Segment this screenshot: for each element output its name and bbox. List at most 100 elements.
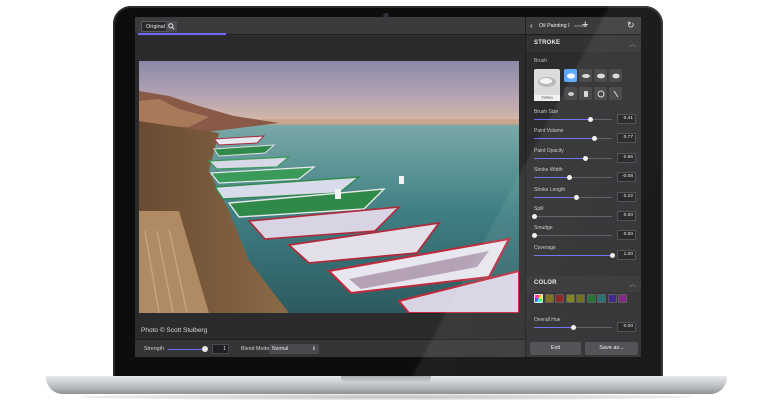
blend-mode-select[interactable]: Normal ⇕ <box>269 344 319 354</box>
param-label: Stroke Width <box>534 167 563 174</box>
preset-name[interactable]: Oil Painting I <box>539 23 570 29</box>
zoom-button[interactable] <box>166 21 177 32</box>
swatch-3[interactable] <box>565 294 575 303</box>
stroke-length-slider[interactable] <box>534 194 612 200</box>
slider-fill <box>534 327 573 328</box>
param-brush-size: Brush Size 0.41 <box>526 109 641 128</box>
brush-tile-5[interactable] <box>564 87 577 100</box>
slider-knob[interactable] <box>531 233 537 239</box>
blend-mode-value: Normal <box>272 346 289 352</box>
swatch-5[interactable] <box>586 294 596 303</box>
slider-knob[interactable] <box>531 214 537 219</box>
brush-blob-icon <box>566 72 575 79</box>
brush-tile-1[interactable] <box>564 69 577 82</box>
chevron-up-icon[interactable]: ︿ <box>629 279 636 289</box>
spill-slider[interactable] <box>531 214 612 219</box>
brush-ring-icon <box>597 90 604 97</box>
swatch-6[interactable] <box>597 294 606 303</box>
exit-button[interactable]: Exit <box>530 342 581 355</box>
blend-mode-label: Blend Mode <box>241 346 270 352</box>
oil-painting-photo[interactable] <box>139 61 519 313</box>
param-stroke-width: Stroke Width -0.08 <box>526 167 641 186</box>
swatch-4[interactable] <box>576 294 585 303</box>
param-label: Stroke Length <box>534 186 566 193</box>
param-label: Paint Opacity <box>534 147 564 154</box>
brush-tile-4[interactable] <box>609 69 622 82</box>
swatch-7[interactable] <box>607 294 617 303</box>
param-value-field[interactable]: 0.22 <box>617 191 636 202</box>
slider-knob[interactable] <box>582 155 588 161</box>
slider-fill <box>534 254 612 256</box>
brush-tile-8[interactable] <box>609 87 622 100</box>
param-value-field[interactable]: 0.41 <box>617 114 636 124</box>
strength-slider-knob[interactable] <box>202 346 208 352</box>
slider-knob[interactable] <box>570 325 576 330</box>
param-value-field[interactable]: 0.66 <box>617 152 636 163</box>
chevron-up-icon[interactable]: ︿ <box>629 39 636 49</box>
brush-tile-6[interactable] <box>579 87 592 100</box>
brush-size-slider[interactable] <box>534 117 612 122</box>
laptop-notch <box>341 376 431 383</box>
preset-header: ‹ Oil Painting I modified + ↻ <box>526 17 641 35</box>
brush-label: Brush <box>534 58 548 64</box>
laptop-shadow <box>80 394 693 400</box>
param-value-field[interactable]: 1.00 <box>617 249 636 260</box>
brush-blob-icon <box>596 73 605 78</box>
swatch-color-picker[interactable] <box>534 294 543 303</box>
slider-knob[interactable] <box>567 175 573 181</box>
smudge-slider[interactable] <box>531 233 612 239</box>
strength-slider[interactable] <box>168 348 205 350</box>
reset-icon[interactable]: ↻ <box>627 20 635 31</box>
param-value-field[interactable]: 0.00 <box>617 230 636 241</box>
canvas-area: Photo © Scott Stulberg <box>135 36 525 339</box>
save-as-button[interactable]: Save as... <box>585 342 638 355</box>
app-window: Original Photo © Scott Stulberg Strength… <box>135 17 641 357</box>
param-value-field[interactable]: 0.00 <box>617 322 636 332</box>
photo-credit: Photo © Scott Stulberg <box>141 327 208 334</box>
param-spill: Spill 0.00 <box>526 206 641 225</box>
brush-tile-7[interactable] <box>594 87 607 100</box>
dropdown-arrows-icon: ⇕ <box>311 346 316 352</box>
param-value-field[interactable]: -0.08 <box>617 172 636 183</box>
chevron-left-icon[interactable]: ‹ <box>530 21 533 31</box>
param-label: Overall Hue <box>534 317 561 323</box>
strength-label: Strength <box>144 346 165 352</box>
settings-panel: ‹ Oil Painting I modified + ↻ STROKE ︿ B… <box>525 17 641 357</box>
brush-preview[interactable]: TYPE01 <box>534 69 560 101</box>
coverage-slider[interactable] <box>534 252 615 258</box>
swatch-1[interactable] <box>544 294 554 303</box>
brush-blob-icon <box>611 73 620 78</box>
stroke-section-header[interactable]: STROKE ︿ <box>526 36 641 52</box>
param-paint-volume: Paint Volume 0.77 <box>526 128 641 147</box>
slider-knob[interactable] <box>609 252 615 258</box>
param-label: Brush Size <box>534 109 559 115</box>
slider-knob[interactable] <box>587 117 593 122</box>
param-coverage: Coverage 1.00 <box>526 245 641 264</box>
param-value-field[interactable]: 0.77 <box>617 133 636 144</box>
param-stroke-length: Stroke Length 0.22 <box>526 187 641 206</box>
bottom-toolbar: Strength 1 Blend Mode Normal ⇕ <box>135 339 525 357</box>
overall-hue-slider[interactable] <box>534 325 612 330</box>
param-value-field[interactable]: 0.00 <box>617 211 636 221</box>
param-overall-hue: Overall Hue 0.00 <box>526 317 641 336</box>
strength-value-field[interactable]: 1 <box>212 344 229 354</box>
brush-type-label: TYPE01 <box>534 95 560 101</box>
param-label: Coverage <box>534 244 556 251</box>
brush-line-icon <box>613 90 618 97</box>
paint-opacity-slider[interactable] <box>534 155 612 161</box>
stroke-width-slider[interactable] <box>534 175 612 181</box>
swatch-8[interactable] <box>618 294 627 303</box>
param-smudge: Smudge 0.00 <box>526 225 641 244</box>
color-section-header[interactable]: COLOR ︿ <box>526 276 641 292</box>
brush-blob-icon <box>567 91 574 96</box>
slider-knob[interactable] <box>574 194 580 200</box>
swatch-2[interactable] <box>555 294 564 303</box>
slider-fill <box>534 177 570 179</box>
brush-tile-3[interactable] <box>594 69 607 82</box>
param-label: Smudge <box>534 225 553 232</box>
brush-tile-2[interactable] <box>579 69 592 82</box>
brush-blob-icon <box>581 73 590 78</box>
add-preset-icon[interactable]: + <box>582 19 588 32</box>
paint-volume-slider[interactable] <box>534 136 612 142</box>
slider-knob[interactable] <box>591 136 597 142</box>
